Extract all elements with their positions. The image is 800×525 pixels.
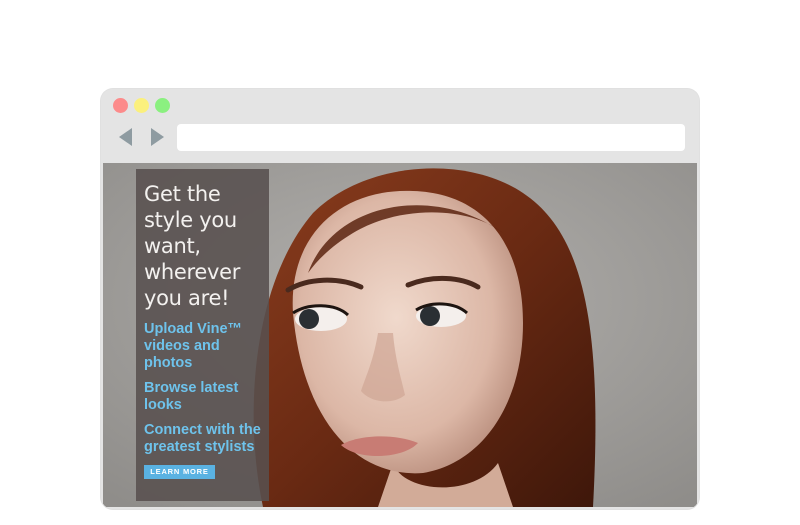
feature-link-browse[interactable]: Browse latest looks (144, 380, 261, 414)
learn-more-button[interactable]: LEARN MORE (144, 465, 215, 479)
page-viewport: Get the style you want, wherever you are… (103, 163, 697, 507)
browser-window: Get the style you want, wherever you are… (101, 89, 699, 509)
address-bar-input[interactable] (177, 124, 685, 151)
minimize-window-button[interactable] (134, 98, 149, 113)
feature-list: Upload Vine™ videos and photos Browse la… (144, 321, 261, 456)
hero-headline: Get the style you want, wherever you are… (144, 182, 241, 310)
back-arrow-icon[interactable] (118, 127, 134, 147)
promo-panel: Get the style you want, wherever you are… (136, 169, 269, 501)
maximize-window-button[interactable] (155, 98, 170, 113)
browser-toolbar (101, 89, 699, 163)
feature-link-connect[interactable]: Connect with the greatest stylists (144, 422, 261, 456)
forward-arrow-icon[interactable] (149, 127, 165, 147)
feature-link-upload[interactable]: Upload Vine™ videos and photos (144, 321, 261, 372)
close-window-button[interactable] (113, 98, 128, 113)
